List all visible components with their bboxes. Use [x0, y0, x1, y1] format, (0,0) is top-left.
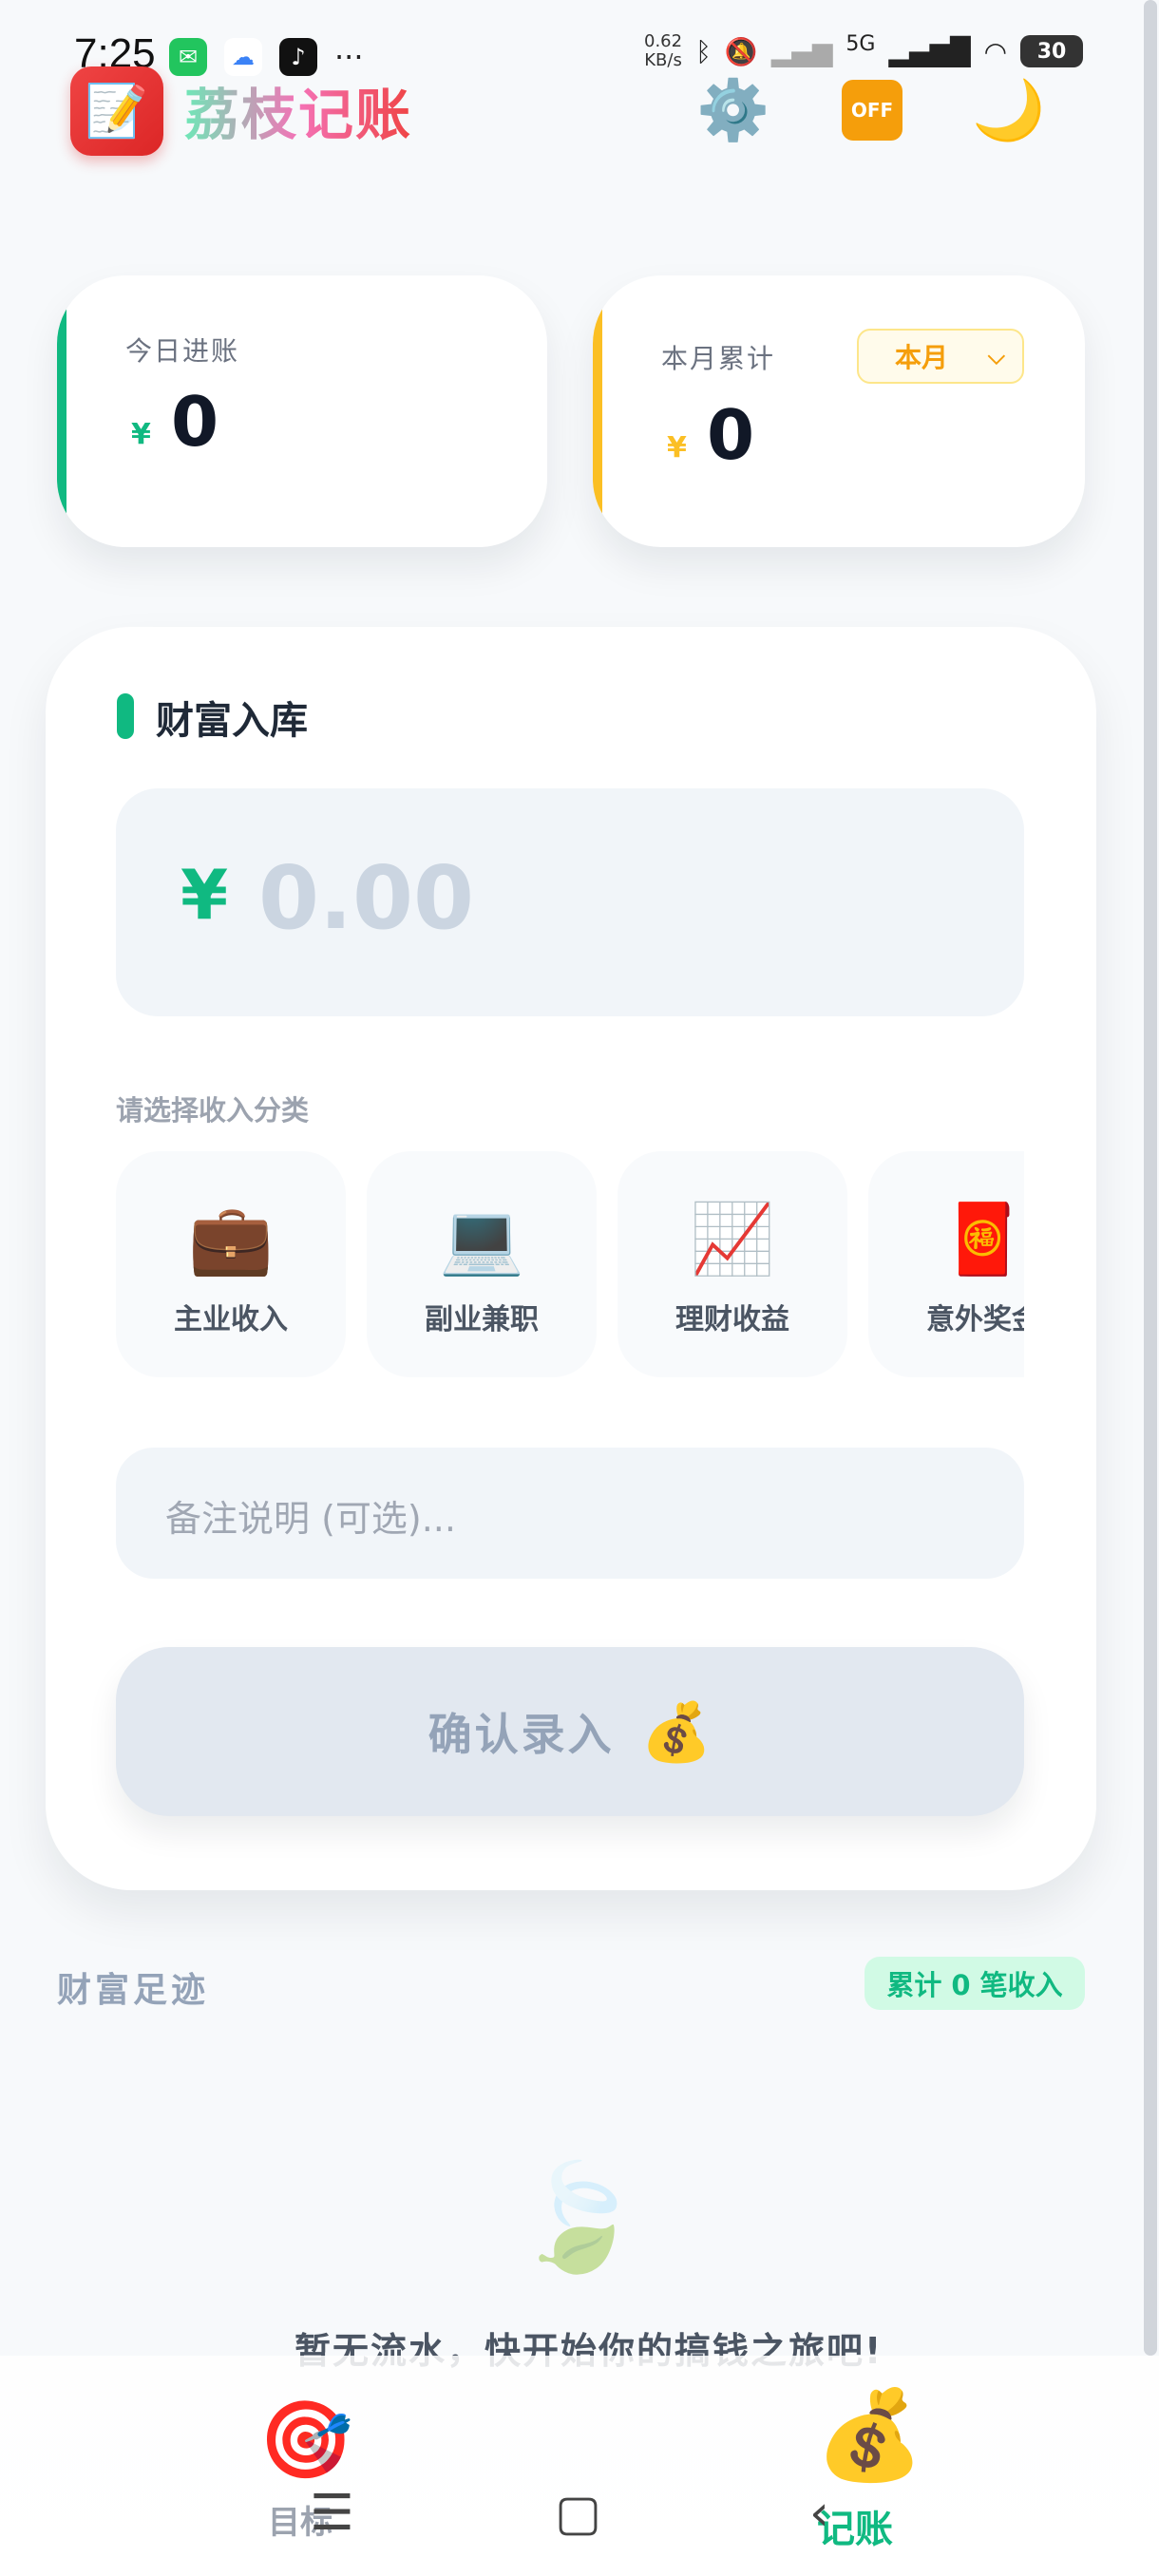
category-list[interactable]: 💼 主业收入 💻 副业兼职 📈 理财收益 🧧 意外奖金 — [116, 1151, 1024, 1379]
currency-symbol: ¥ — [180, 855, 229, 935]
card-accent — [593, 275, 602, 547]
today-income-card: 今日进账 ¥ 0 — [57, 275, 547, 547]
confirm-label: 确认录入 — [428, 1709, 615, 1760]
home-icon[interactable]: ▢ — [555, 2485, 601, 2542]
bottom-nav — [0, 2356, 1159, 2576]
month-total-card: 本月累计 本月 ⌵ ¥ 0 — [593, 275, 1085, 547]
category-label: 意外奖金 — [926, 1303, 1024, 1336]
back-icon[interactable]: ‹ — [809, 2485, 829, 2542]
money-bag-icon[interactable]: 💰 — [815, 2384, 924, 2487]
month-select-value: 本月 — [895, 342, 949, 373]
month-value: 0 — [707, 395, 755, 475]
screen-off-button[interactable]: OFF — [836, 74, 908, 146]
app-title: 荔枝记账 — [184, 70, 412, 150]
amount-input[interactable]: 0.00 — [258, 847, 474, 949]
leaf-icon: 🍃 — [513, 2156, 643, 2278]
category-label: 理财收益 — [675, 1303, 789, 1336]
net-speed: 0.62 KB/s — [644, 31, 683, 70]
signal-bars-icon: ▂▄▆█ — [888, 35, 971, 67]
today-label: 今日进账 — [125, 335, 240, 367]
month-select[interactable]: 本月 ⌵ — [857, 329, 1024, 384]
phone-off-icon: OFF — [842, 80, 902, 141]
month-label: 本月累计 — [661, 343, 776, 374]
chart-up-icon: 📈 — [690, 1199, 775, 1279]
moon-icon[interactable]: 🌙 — [972, 74, 1045, 146]
today-value: 0 — [171, 382, 219, 462]
gear-icon[interactable]: ⚙️ — [696, 74, 770, 146]
bluetooth-icon: ᛒ — [695, 35, 712, 67]
category-label: 主业收入 — [174, 1303, 288, 1336]
category-label: 副业兼职 — [425, 1303, 539, 1336]
category-main-income[interactable]: 💼 主业收入 — [116, 1151, 346, 1377]
card-accent — [57, 275, 66, 547]
menu-icon[interactable]: ☰ — [310, 2485, 354, 2542]
memo-icon: 📝 — [70, 66, 163, 156]
section-marker — [117, 693, 134, 739]
scrollbar[interactable] — [1144, 0, 1157, 2356]
currency-symbol: ¥ — [667, 431, 687, 464]
note-input[interactable]: 备注说明 (可选)... — [165, 1489, 456, 1542]
chevron-down-icon: ⌵ — [987, 343, 1005, 369]
briefcase-icon: 💼 — [188, 1199, 274, 1279]
battery-icon: 30 — [1020, 35, 1083, 67]
category-investment[interactable]: 📈 理财收益 — [618, 1151, 847, 1377]
category-prompt: 请选择收入分类 — [116, 1094, 310, 1127]
mute-icon: 🔕 — [724, 35, 758, 67]
target-icon[interactable]: 🎯 — [258, 2396, 353, 2485]
badge-text: 累计 0 笔收入 — [886, 1969, 1063, 2001]
income-count-badge: 累计 0 笔收入 — [864, 1957, 1085, 2010]
confirm-button[interactable]: 确认录入 💰 — [116, 1647, 1024, 1816]
money-bag-icon: 💰 — [640, 1698, 712, 1766]
category-bonus[interactable]: 🧧 意外奖金 — [868, 1151, 1024, 1377]
footprint-title: 财富足迹 — [57, 1971, 210, 2010]
amount-field[interactable] — [116, 788, 1024, 1016]
signal-off-icon: ▂▄▆ — [770, 35, 833, 67]
laptop-icon: 💻 — [439, 1199, 524, 1279]
red-envelope-icon: 🧧 — [940, 1199, 1024, 1279]
signal-icon: 5G — [846, 31, 876, 56]
status-indicators: 0.62 KB/s ᛒ 🔕 ▂▄▆ 5G ▂▄▆█ ◠ 30 — [644, 32, 1083, 70]
currency-symbol: ¥ — [131, 418, 151, 451]
category-side-job[interactable]: 💻 副业兼职 — [367, 1151, 597, 1377]
wifi-icon: ◠ — [983, 35, 1007, 67]
section-title: 财富入库 — [156, 699, 308, 743]
